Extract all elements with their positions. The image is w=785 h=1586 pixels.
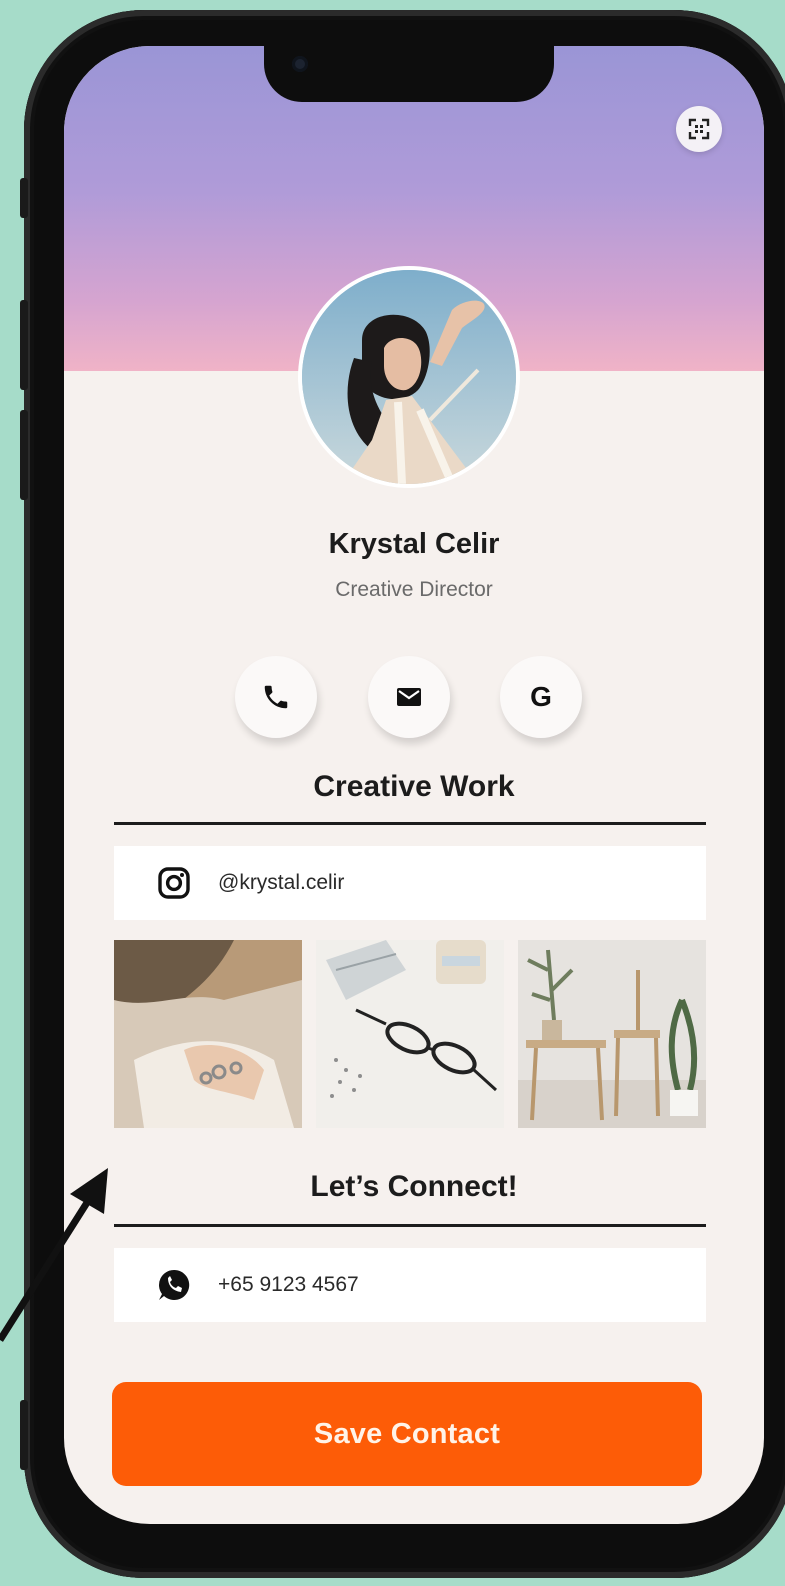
notch	[264, 46, 554, 102]
qr-icon	[688, 118, 710, 140]
whatsapp-number: +65 9123 4567	[218, 1273, 359, 1296]
connect-heading: Let’s Connect!	[310, 1170, 518, 1203]
plant-chair-photo[interactable]	[518, 940, 706, 1128]
hand-rings-photo[interactable]	[114, 940, 302, 1128]
creative-work-heading: Creative Work	[313, 770, 515, 803]
creative-work-divider	[114, 822, 706, 825]
side-button	[20, 1400, 28, 1470]
front-camera	[292, 56, 308, 72]
whatsapp-row[interactable]: +65 9123 4567	[114, 1248, 706, 1322]
avatar-photo	[302, 270, 516, 484]
google-icon: G	[530, 681, 552, 712]
instagram-icon	[156, 865, 192, 901]
google-button[interactable]: G	[500, 656, 582, 738]
qr-code-button[interactable]	[676, 106, 722, 152]
avatar	[298, 266, 520, 488]
glasses-desk-photo[interactable]	[316, 940, 504, 1128]
mail-icon	[397, 688, 421, 706]
pointer-arrow-icon	[0, 1168, 108, 1342]
call-button[interactable]	[235, 656, 317, 738]
profile-card-screen: Krystal Celir Creative Director G Creati…	[64, 46, 764, 1524]
silent-switch	[20, 178, 28, 218]
instagram-handle: @krystal.celir	[218, 871, 345, 894]
volume-up-button	[20, 300, 28, 390]
connect-divider	[114, 1224, 706, 1227]
instagram-row[interactable]: @krystal.celir	[114, 846, 706, 920]
volume-down-button	[20, 410, 28, 500]
phone-icon	[264, 685, 288, 709]
email-button[interactable]	[368, 656, 450, 738]
profile-name: Krystal Celir	[328, 528, 500, 560]
whatsapp-icon	[156, 1267, 192, 1303]
save-contact-button[interactable]: Save Contact	[112, 1382, 702, 1486]
profile-title: Creative Director	[335, 578, 493, 601]
